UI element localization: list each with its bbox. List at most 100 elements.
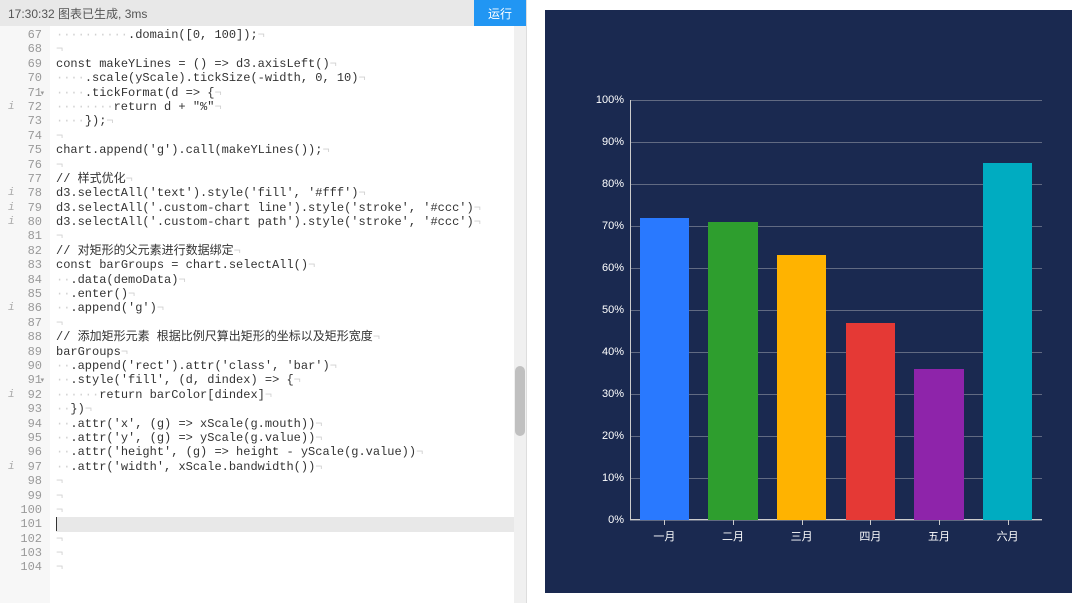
x-tick [939,520,940,525]
x-tick [664,520,665,525]
code-line[interactable]: const barGroups = chart.selectAll()¬ [56,258,526,272]
code-editor[interactable]: 6768697071727374757677787980818283848586… [0,26,526,603]
code-line[interactable]: ¬ [56,532,526,546]
line-number: 72 [0,100,42,114]
code-line[interactable]: ····.scale(yScale).tickSize(-width, 0, 1… [56,71,526,85]
line-number: 84 [0,273,42,287]
code-line[interactable]: ··})¬ [56,402,526,416]
x-tick [733,520,734,525]
line-number: 86 [0,301,42,315]
vertical-scrollbar[interactable] [514,26,526,603]
code-line[interactable]: ··.append('rect').attr('class', 'bar')¬ [56,359,526,373]
code-line[interactable]: ¬ [56,229,526,243]
code-line[interactable]: ··.attr('width', xScale.bandwidth())¬ [56,460,526,474]
code-line[interactable]: barGroups¬ [56,345,526,359]
grid-line [630,100,1042,101]
chart-plot: 0%10%20%30%40%50%60%70%80%90%100%一月二月三月四… [630,100,1042,520]
y-tick-label: 30% [602,388,630,400]
line-number: 81 [0,229,42,243]
code-line[interactable]: ¬ [56,129,526,143]
code-line[interactable]: ··········.domain([0, 100]);¬ [56,28,526,42]
code-line[interactable]: ¬ [56,42,526,56]
code-line[interactable]: ··.attr('x', (g) => xScale(g.mouth))¬ [56,417,526,431]
chart-container: 0%10%20%30%40%50%60%70%80%90%100%一月二月三月四… [545,10,1072,593]
line-number: 80 [0,215,42,229]
y-tick-label: 10% [602,472,630,484]
code-line[interactable]: ¬ [56,503,526,517]
code-line[interactable]: ··.attr('height', (g) => height - yScale… [56,445,526,459]
y-tick-label: 60% [602,262,630,274]
line-number: 79 [0,201,42,215]
code-line[interactable] [56,517,526,531]
line-number: 71 [0,86,42,100]
code-line[interactable]: ··.append('g')¬ [56,301,526,315]
code-line[interactable]: ······return barColor[dindex]¬ [56,388,526,402]
x-tick [802,520,803,525]
line-number: 67 [0,28,42,42]
line-number: 83 [0,258,42,272]
editor-toolbar: 17:30:32 图表已生成, 3ms 运行 [0,0,526,26]
code-line[interactable]: // 添加矩形元素 根据比例尺算出矩形的坐标以及矩形宽度¬ [56,330,526,344]
grid-line [630,226,1042,227]
bar [914,369,963,520]
code-line[interactable]: ¬ [56,316,526,330]
code-line[interactable]: ¬ [56,546,526,560]
code-line[interactable]: // 样式优化¬ [56,172,526,186]
y-tick-label: 50% [602,304,630,316]
y-tick-label: 100% [596,94,630,106]
line-number: 75 [0,143,42,157]
line-number: 97 [0,460,42,474]
code-line[interactable]: ¬ [56,560,526,574]
code-line[interactable]: chart.append('g').call(makeYLines());¬ [56,143,526,157]
code-line[interactable]: ··.style('fill', (d, dindex) => {¬ [56,373,526,387]
line-number: 104 [0,560,42,574]
y-tick-label: 90% [602,136,630,148]
code-line[interactable]: ¬ [56,158,526,172]
bar [708,222,757,520]
line-number: 77 [0,172,42,186]
code-line[interactable]: ··.attr('y', (g) => yScale(g.value))¬ [56,431,526,445]
bar [777,255,826,520]
line-number: 95 [0,431,42,445]
code-line[interactable]: ¬ [56,489,526,503]
code-content[interactable]: ··········.domain([0, 100]);¬¬const make… [50,26,526,603]
y-tick-label: 80% [602,178,630,190]
y-tick-label: 0% [608,514,630,526]
y-tick-label: 40% [602,346,630,358]
code-line[interactable]: ····});¬ [56,114,526,128]
grid-line [630,436,1042,437]
grid-line [630,352,1042,353]
scrollbar-thumb[interactable] [515,366,525,436]
code-line[interactable]: ··.enter()¬ [56,287,526,301]
line-number: 69 [0,57,42,71]
y-tick-label: 70% [602,220,630,232]
line-number: 87 [0,316,42,330]
status-text: 17:30:32 图表已生成, 3ms [8,5,147,22]
code-line[interactable]: ····.tickFormat(d => {¬ [56,86,526,100]
code-line[interactable]: const makeYLines = () => d3.axisLeft()¬ [56,57,526,71]
line-number: 78 [0,186,42,200]
code-line[interactable]: ··.data(demoData)¬ [56,273,526,287]
bar [640,218,689,520]
line-number: 102 [0,532,42,546]
line-number: 85 [0,287,42,301]
line-number: 96 [0,445,42,459]
code-line[interactable]: d3.selectAll('.custom-chart line').style… [56,201,526,215]
line-number: 103 [0,546,42,560]
code-line[interactable]: ········return d + "%"¬ [56,100,526,114]
grid-line [630,184,1042,185]
code-line[interactable]: ¬ [56,474,526,488]
line-number: 101 [0,517,42,531]
run-button[interactable]: 运行 [474,0,526,26]
line-number: 93 [0,402,42,416]
line-number: 82 [0,244,42,258]
grid-line [630,520,1042,521]
line-number: 98 [0,474,42,488]
grid-line [630,394,1042,395]
line-gutter: 6768697071727374757677787980818283848586… [0,26,50,603]
code-line[interactable]: // 对矩形的父元素进行数据绑定¬ [56,244,526,258]
code-line[interactable]: d3.selectAll('text').style('fill', '#fff… [56,186,526,200]
line-number: 73 [0,114,42,128]
editor-panel: 17:30:32 图表已生成, 3ms 运行 67686970717273747… [0,0,527,603]
code-line[interactable]: d3.selectAll('.custom-chart path').style… [56,215,526,229]
